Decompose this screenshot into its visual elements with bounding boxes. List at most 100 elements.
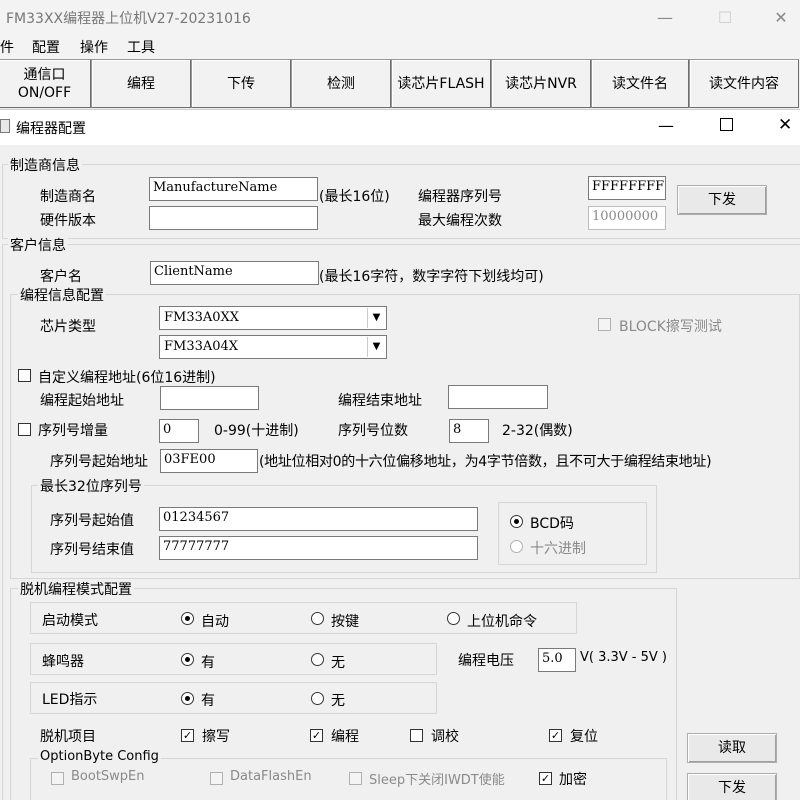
programmer-serial-input[interactable]: FFFFFFFF xyxy=(588,176,666,200)
start-address-label: 编程起始地址 xyxy=(40,393,124,409)
comm-port-onoff-label: ON/OFF xyxy=(17,84,72,101)
calibrate-label: 调校 xyxy=(431,729,459,745)
manufacturer-group-label: 制造商信息 xyxy=(8,155,82,175)
main-window-title: FM33XX编程器上位机V27-20231016 xyxy=(6,11,251,27)
menu-operation[interactable]: 操作 xyxy=(80,37,108,57)
serial-increment-hint: 0-99(十进制) xyxy=(214,423,299,439)
detect-button[interactable]: 检测 xyxy=(291,59,391,108)
serial32-group-label: 最长32位序列号 xyxy=(38,476,144,496)
start-mode-key-label: 按键 xyxy=(331,614,359,630)
max-program-count-label: 最大编程次数 xyxy=(418,213,502,229)
read-file-content-button[interactable]: 读文件内容 xyxy=(689,59,799,108)
bcd-radio[interactable] xyxy=(510,515,523,528)
bootswpen-label: BootSwpEn xyxy=(71,769,145,784)
dialog-app-icon xyxy=(0,119,10,133)
customer-group-label: 客户信息 xyxy=(8,235,68,255)
voltage-label: 编程电压 xyxy=(458,653,514,669)
manufacturer-name-input[interactable]: ManufactureName xyxy=(149,177,318,201)
buzzer-on-radio[interactable] xyxy=(181,653,194,666)
start-mode-label: 启动模式 xyxy=(42,613,98,629)
reset-checkbox[interactable]: ✓ xyxy=(549,729,562,742)
custom-address-checkbox[interactable] xyxy=(18,369,31,382)
led-on-label: 有 xyxy=(201,693,215,709)
client-name-hint: (最长16字符，数字字符下划线均可) xyxy=(319,269,544,285)
reset-label: 复位 xyxy=(570,729,598,745)
serial-start-address-hint: (地址位相对0的十六位偏移地址，为4字节倍数，且不可大于编程结束地址) xyxy=(259,454,712,470)
program-info-group-label: 编程信息配置 xyxy=(18,285,106,305)
offline-read-button[interactable]: 读取 xyxy=(687,733,777,763)
sleep-iwdt-checkbox[interactable] xyxy=(349,772,362,785)
custom-address-label: 自定义编程地址(6位16进制) xyxy=(38,370,216,386)
serial-increment-input[interactable]: 0 xyxy=(159,419,199,443)
start-mode-key-radio[interactable] xyxy=(311,612,324,625)
program-checkbox[interactable]: ✓ xyxy=(310,729,323,742)
block-test-checkbox[interactable] xyxy=(598,318,611,331)
hex-label: 十六进制 xyxy=(530,541,586,557)
close-icon[interactable]: ✕ xyxy=(758,0,800,35)
optionbyte-group-label: OptionByte Config xyxy=(38,749,161,764)
menu-bar: 件 配置 操作 工具 xyxy=(0,35,800,59)
chip-family-value: FM33A0XX xyxy=(164,310,240,325)
offline-send-button[interactable]: 下发 xyxy=(687,773,777,800)
start-mode-host-label: 上位机命令 xyxy=(467,614,537,630)
led-label: LED指示 xyxy=(42,692,98,708)
chip-type-label: 芯片类型 xyxy=(40,319,96,335)
serial-increment-checkbox[interactable] xyxy=(18,423,31,436)
hardware-version-input[interactable] xyxy=(149,206,318,230)
offline-items-label: 脱机项目 xyxy=(40,729,96,745)
voltage-hint: V( 3.3V - 5V ) xyxy=(580,650,667,665)
start-mode-auto-label: 自动 xyxy=(201,614,229,630)
dialog-close-icon[interactable]: ✕ xyxy=(778,115,792,135)
serial-start-address-label: 序列号起始地址 xyxy=(50,454,148,470)
client-name-input[interactable]: ClientName xyxy=(150,261,319,285)
buzzer-on-label: 有 xyxy=(201,655,215,671)
buzzer-off-label: 无 xyxy=(331,655,345,671)
calibrate-checkbox[interactable] xyxy=(410,729,423,742)
comm-port-label: 通信口 xyxy=(23,66,66,83)
menu-config[interactable]: 配置 xyxy=(32,37,60,57)
dialog-minimize-icon[interactable]: — xyxy=(658,116,674,135)
sleep-iwdt-label: Sleep下关闭IWDT使能 xyxy=(369,773,505,788)
serial-start-value-input[interactable]: 01234567 xyxy=(159,507,478,531)
dataflashen-label: DataFlashEn xyxy=(230,769,312,784)
erase-checkbox[interactable]: ✓ xyxy=(181,729,194,742)
maximize-icon[interactable]: ☐ xyxy=(702,0,748,35)
chip-family-select[interactable]: FM33A0XX ▼ xyxy=(159,306,387,330)
encrypt-label: 加密 xyxy=(559,772,587,788)
read-chip-flash-button[interactable]: 读芯片FLASH xyxy=(391,59,491,108)
program-button[interactable]: 编程 xyxy=(91,59,191,108)
serial-digits-input[interactable]: 8 xyxy=(449,419,489,443)
start-mode-host-radio[interactable] xyxy=(447,612,460,625)
minimize-icon[interactable]: — xyxy=(642,0,688,35)
bootswpen-checkbox[interactable] xyxy=(51,772,64,785)
bcd-label: BCD码 xyxy=(530,516,574,532)
hardware-version-label: 硬件版本 xyxy=(40,213,96,229)
dataflashen-checkbox[interactable] xyxy=(210,772,223,785)
buzzer-box xyxy=(30,643,437,675)
menu-file[interactable]: 件 xyxy=(0,37,14,57)
voltage-input[interactable]: 5.0 xyxy=(538,648,576,672)
serial-end-value-label: 序列号结束值 xyxy=(50,542,134,558)
read-chip-nvr-button[interactable]: 读芯片NVR xyxy=(491,59,591,108)
serial-start-address-input[interactable]: 03FE00 xyxy=(160,449,258,473)
serial-end-value-input[interactable]: 77777777 xyxy=(159,536,478,560)
max-program-count-input: 10000000 xyxy=(588,206,666,230)
block-test-label: BLOCK擦写测试 xyxy=(619,319,722,335)
chip-model-select[interactable]: FM33A04X ▼ xyxy=(159,335,387,359)
dialog-title: 编程器配置 xyxy=(16,121,86,137)
manufacturer-send-button[interactable]: 下发 xyxy=(677,185,767,215)
end-address-input[interactable] xyxy=(448,385,548,409)
led-on-radio[interactable] xyxy=(181,692,194,705)
dialog-maximize-icon[interactable] xyxy=(720,118,733,131)
download-button[interactable]: 下传 xyxy=(191,59,291,108)
program-label: 编程 xyxy=(331,729,359,745)
encrypt-checkbox[interactable]: ✓ xyxy=(539,772,552,785)
buzzer-off-radio[interactable] xyxy=(311,653,324,666)
hex-radio[interactable] xyxy=(510,540,523,553)
menu-tools[interactable]: 工具 xyxy=(127,37,155,57)
start-address-input[interactable] xyxy=(160,386,259,410)
start-mode-auto-radio[interactable] xyxy=(181,612,194,625)
read-filename-button[interactable]: 读文件名 xyxy=(591,59,689,108)
comm-port-button[interactable]: 通信口 ON/OFF xyxy=(0,59,91,108)
led-off-radio[interactable] xyxy=(311,692,324,705)
